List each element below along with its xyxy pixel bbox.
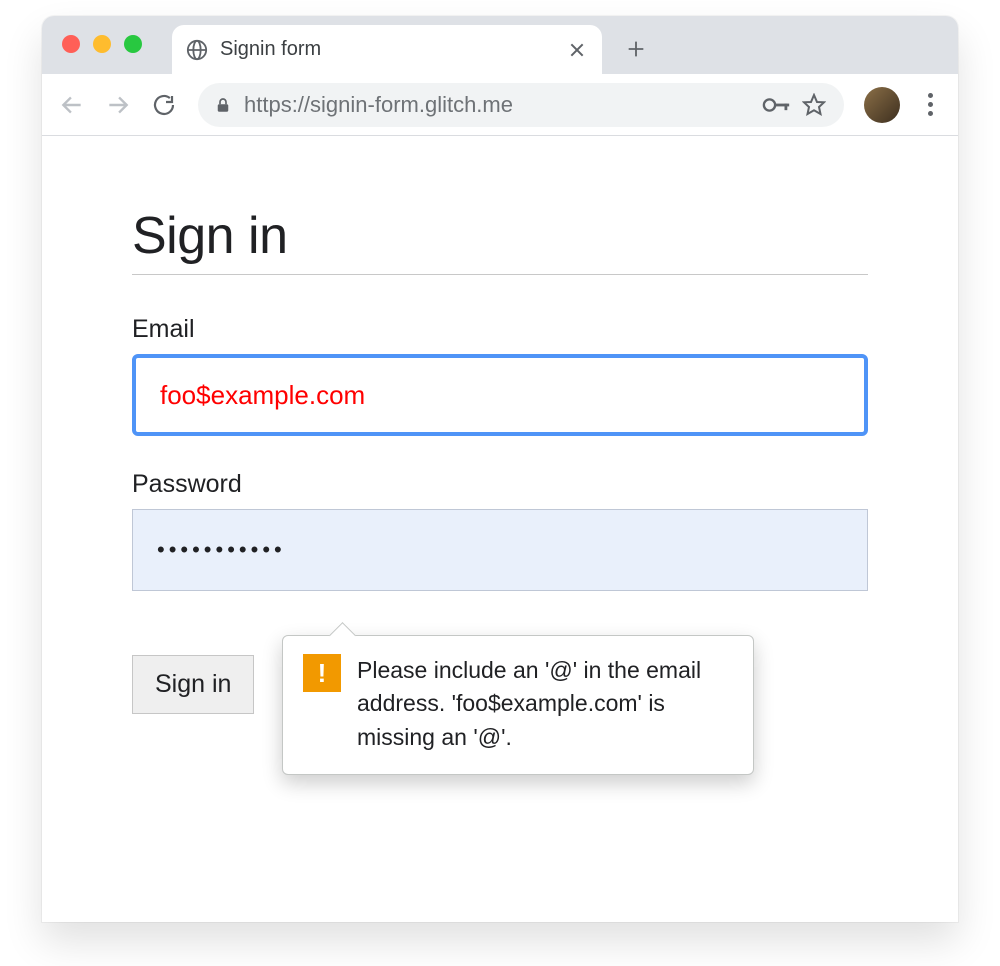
warning-icon: ! [303,654,341,692]
page-title: Sign in [132,206,868,275]
validation-tooltip: ! Please include an '@' in the email add… [282,635,754,775]
browser-menu-button[interactable] [912,87,948,123]
close-tab-button[interactable] [568,41,586,59]
password-label: Password [132,470,868,499]
new-tab-button[interactable] [614,27,658,71]
password-input[interactable] [132,509,868,591]
maximize-window-button[interactable] [124,35,142,53]
browser-toolbar: https://signin-form.glitch.me [42,74,958,136]
title-bar: Signin form [42,16,958,74]
password-field-group: Password [132,470,868,591]
key-icon[interactable] [762,97,790,113]
tab-title: Signin form [220,38,556,61]
reload-button[interactable] [144,85,184,125]
globe-icon [186,39,208,61]
back-button[interactable] [52,85,92,125]
close-window-button[interactable] [62,35,80,53]
minimize-window-button[interactable] [93,35,111,53]
validation-message: Please include an '@' in the email addre… [357,654,733,754]
url-text: https://signin-form.glitch.me [244,92,750,118]
lock-icon [214,96,232,114]
address-bar[interactable]: https://signin-form.glitch.me [198,83,844,127]
page-content: Sign in Email Password Sign in ! Please … [42,136,958,922]
email-label: Email [132,315,868,344]
bookmark-star-icon[interactable] [802,93,828,117]
email-input[interactable] [132,354,868,436]
signin-button[interactable]: Sign in [132,655,254,714]
window-controls [62,35,142,53]
profile-avatar[interactable] [864,87,900,123]
email-field-group: Email [132,315,868,436]
browser-tab[interactable]: Signin form [172,25,602,74]
browser-window: Signin form [42,16,958,922]
forward-button[interactable] [98,85,138,125]
